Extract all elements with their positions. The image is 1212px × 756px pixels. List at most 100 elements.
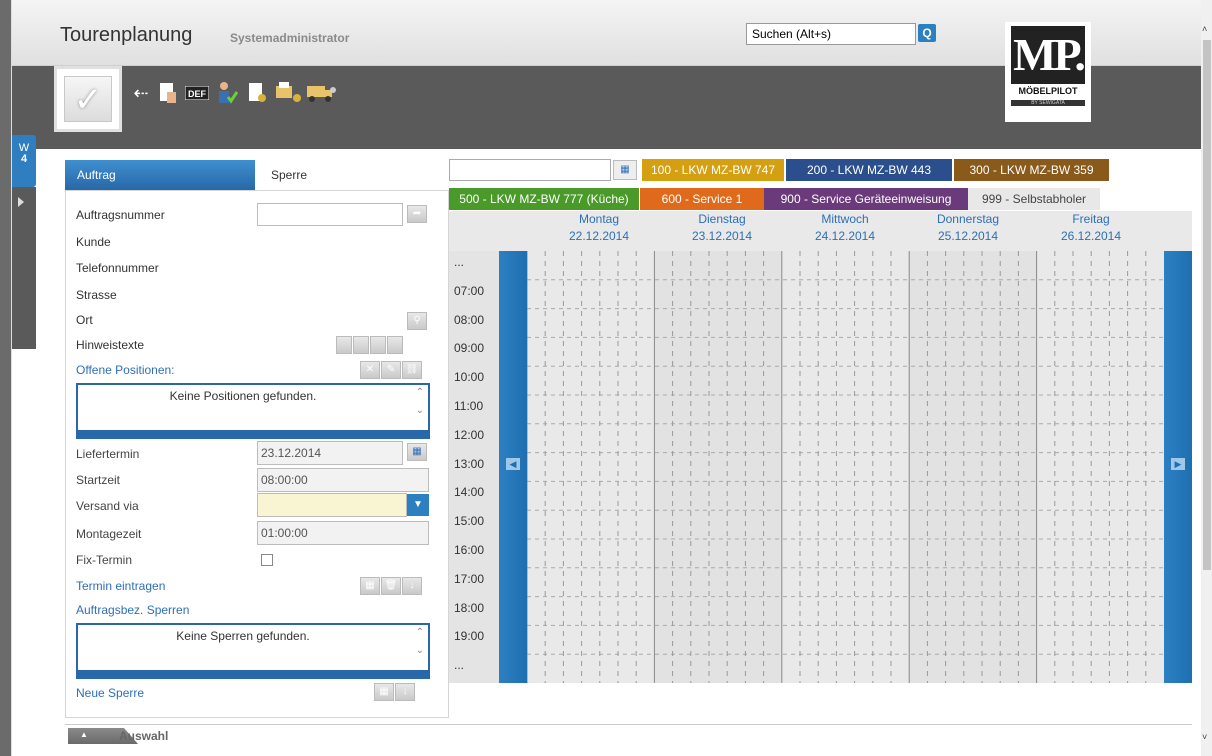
- neue-sperre-label: Neue Sperre: [76, 686, 145, 700]
- scroll-down-icon[interactable]: ˅: [1202, 732, 1207, 742]
- sperren-resize-bar[interactable]: [78, 670, 428, 677]
- tour-tab[interactable]: 500 - LKW MZ-BW 777 (Küche): [449, 188, 639, 210]
- def-icon[interactable]: DEF: [184, 80, 210, 106]
- calendar-icon[interactable]: ▦: [407, 443, 427, 461]
- time-label: 08:00: [454, 312, 485, 327]
- chevron-down-icon[interactable]: ▼: [407, 494, 429, 516]
- document-hand-icon[interactable]: [157, 80, 179, 106]
- search-input[interactable]: [746, 23, 916, 45]
- chevron-left-icon: ◀: [506, 458, 520, 470]
- versand-via-label: Versand via: [76, 499, 139, 513]
- startzeit-field[interactable]: [257, 468, 429, 492]
- checkmark-icon: ✓: [64, 76, 112, 122]
- box-truck-icon[interactable]: [275, 80, 303, 106]
- list-scroll-up-icon[interactable]: ⌃: [416, 387, 424, 398]
- auswahl-label: Auswahl: [119, 729, 169, 743]
- calendar-grid[interactable]: [526, 251, 1164, 683]
- time-label: 09:00: [454, 341, 485, 356]
- list-scroll-down-icon[interactable]: ⌄: [416, 405, 424, 416]
- tour-tab[interactable]: 600 - Service 1: [640, 188, 764, 210]
- note-icon-4[interactable]: [387, 336, 403, 354]
- back-arrow-icon[interactable]: ⇠: [130, 80, 152, 106]
- sperren-list[interactable]: Keine Sperren gefunden. ⌃ ⌄: [76, 623, 430, 679]
- calendar-remove-icon[interactable]: ↓: [402, 577, 422, 595]
- tour-tab[interactable]: 200 - LKW MZ-BW 443: [786, 159, 952, 181]
- note-icon-2[interactable]: [353, 336, 369, 354]
- day-header[interactable]: Donnerstag 25.12.2014: [908, 211, 1028, 245]
- list-resize-bar[interactable]: [78, 430, 428, 437]
- time-label: 11:00: [454, 399, 484, 413]
- auftragsnummer-input[interactable]: [257, 203, 403, 226]
- side-window-tab[interactable]: W 4: [12, 135, 36, 187]
- fix-termin-checkbox[interactable]: [261, 554, 273, 566]
- tab-sperre[interactable]: Sperre: [255, 160, 449, 190]
- tour-tab[interactable]: 999 - Selbstabholer: [968, 188, 1100, 210]
- side-expand-strip[interactable]: [12, 187, 36, 349]
- scroll-up-icon[interactable]: ˄: [1202, 24, 1207, 34]
- current-user: Systemadministrator: [230, 31, 350, 45]
- offene-positionen-list[interactable]: Keine Positionen gefunden. ⌃ ⌄: [76, 383, 430, 439]
- edit-tool-icon[interactable]: ✎: [381, 361, 401, 379]
- page-scrollbar[interactable]: ˄ ˅: [1201, 0, 1212, 756]
- startzeit-label: Startzeit: [76, 473, 121, 487]
- prev-week-button[interactable]: ◀: [499, 251, 527, 683]
- time-label: 14:00: [454, 485, 485, 500]
- tour-tab[interactable]: 100 - LKW MZ-BW 747: [642, 159, 784, 181]
- hinweistexte-label: Hinweistexte: [76, 338, 145, 352]
- montagezeit-field[interactable]: [257, 521, 429, 545]
- calendar-picker-icon[interactable]: ▦: [613, 160, 637, 180]
- ort-label: Ort: [76, 313, 93, 327]
- day-date: 23.12.2014: [691, 229, 753, 243]
- new-lock-calendar-icon[interactable]: ▦: [374, 683, 394, 701]
- time-label: 13:00: [454, 456, 485, 471]
- svg-text:DEF: DEF: [188, 89, 207, 99]
- time-label: ...: [454, 658, 465, 673]
- auftragsnummer-label: Auftragsnummer: [76, 208, 165, 222]
- trash-icon[interactable]: 🗑: [381, 577, 401, 595]
- delete-icon[interactable]: ✕: [360, 361, 380, 379]
- day-header[interactable]: Montag 22.12.2014: [539, 211, 659, 245]
- user-check-icon[interactable]: [215, 80, 239, 106]
- fix-termin-label: Fix-Termin: [76, 553, 132, 567]
- unlink-icon[interactable]: ⛓: [402, 361, 422, 379]
- sperren-scroll-up-icon[interactable]: ⌃: [416, 627, 424, 638]
- go-arrow-icon[interactable]: ➦: [407, 205, 427, 223]
- scroll-thumb[interactable]: [1203, 40, 1211, 570]
- time-label: 15:00: [454, 514, 485, 529]
- liefertermin-field[interactable]: [257, 441, 403, 465]
- time-label: 07:00: [454, 283, 485, 298]
- selection-bar: ▲ Auswahl: [65, 724, 1192, 756]
- termin-eintragen-label: Termin eintragen: [76, 579, 166, 593]
- confirm-button[interactable]: ✓: [54, 66, 122, 132]
- expand-arrow-icon: [18, 197, 24, 207]
- side-tab-number: 4: [20, 153, 28, 165]
- day-header[interactable]: Dienstag 23.12.2014: [662, 211, 782, 245]
- day-name: Montag: [578, 212, 620, 226]
- note-icon-3[interactable]: [370, 336, 386, 354]
- note-icon-1[interactable]: [336, 336, 352, 354]
- montagezeit-label: Montagezeit: [76, 527, 142, 541]
- moebelpilot-logo: MP. MÖBELPILOT BY SEWIGATA: [1005, 22, 1091, 122]
- calendar-date-input[interactable]: [449, 159, 611, 181]
- day-header[interactable]: Freitag 26.12.2014: [1031, 211, 1151, 245]
- document-gear-icon[interactable]: [247, 80, 269, 106]
- lock-arrow-icon[interactable]: ↓: [395, 683, 415, 701]
- calendar-header: Montag 22.12.2014 Dienstag 23.12.2014 Mittwo…: [449, 211, 1192, 251]
- versand-via-select[interactable]: [257, 493, 407, 517]
- search-icon[interactable]: Q: [918, 24, 936, 42]
- page-title: Tourenplanung: [60, 24, 193, 46]
- location-pin-icon[interactable]: ⚲: [407, 312, 427, 330]
- tour-tab[interactable]: 300 - LKW MZ-BW 359: [954, 159, 1109, 181]
- next-week-button[interactable]: ▶: [1164, 251, 1192, 683]
- day-name: Freitag: [1072, 212, 1110, 226]
- truck-gear-icon[interactable]: [306, 80, 338, 106]
- tour-tab[interactable]: 900 - Service Geräteeinweisung: [764, 188, 968, 210]
- sperren-scroll-down-icon[interactable]: ⌄: [416, 645, 424, 656]
- tab-auftrag[interactable]: Auftrag: [65, 160, 255, 190]
- calendar-add-icon[interactable]: ▦: [360, 577, 380, 595]
- day-header[interactable]: Mittwoch 24.12.2014: [785, 211, 905, 245]
- time-column: ... 07:00 08:00 09:00 10:00 11:00 12:00 13:00 14…: [449, 251, 499, 683]
- chevron-right-icon: ▶: [1171, 458, 1185, 470]
- kunde-label: Kunde: [76, 235, 111, 249]
- time-label: ...: [454, 255, 465, 269]
